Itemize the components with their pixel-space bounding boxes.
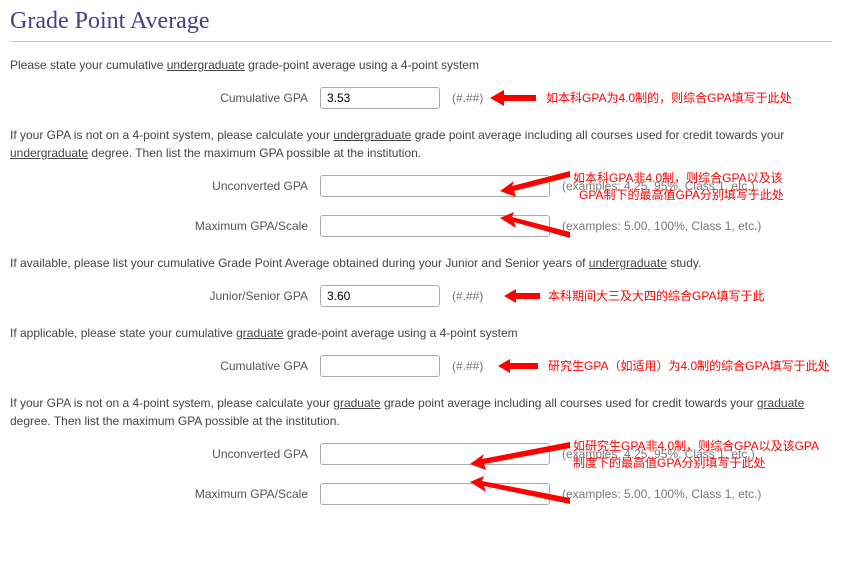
row-ug-unconv-gpa: Unconverted GPA (examples: 4.25, 95%, Cl…	[10, 174, 832, 198]
annotation-grad-unconv-a: 如研究生GPA非4.0制，则综合GPA以及该GPA	[573, 438, 819, 455]
label-grad-cum-gpa: Cumulative GPA	[10, 359, 320, 373]
hint-jr-sr-format: (#.##)	[452, 289, 483, 303]
row-grad-unconv-gpa: Unconverted GPA (examples: 4.25, 95%, Cl…	[10, 442, 832, 466]
label-ug-max-gpa: Maximum GPA/Scale	[10, 219, 320, 233]
row-jr-sr-gpa: Junior/Senior GPA (#.##) 本科期间大三及大四的综合GPA…	[10, 284, 832, 308]
instruction-grad-cum: If applicable, please state your cumulat…	[10, 324, 832, 342]
input-grad-unconv-gpa[interactable]	[320, 443, 550, 465]
annotation-jr-sr: 本科期间大三及大四的综合GPA填写于此	[548, 288, 764, 305]
hint-ug-max-examples: (examples: 5.00, 100%, Class 1, etc.)	[562, 219, 761, 233]
page-title: Grade Point Average	[10, 8, 832, 35]
arrow-icon	[498, 357, 538, 375]
label-grad-unconv-gpa: Unconverted GPA	[10, 447, 320, 461]
label-ug-cum-gpa: Cumulative GPA	[10, 91, 320, 105]
label-ug-unconv-gpa: Unconverted GPA	[10, 179, 320, 193]
row-grad-max-gpa: Maximum GPA/Scale (examples: 5.00, 100%,…	[10, 482, 832, 506]
instruction-jr-sr: If available, please list your cumulativ…	[10, 254, 832, 272]
annotation-grad-unconv-b: 制度下的最高值GPA分别填写于此处	[573, 455, 765, 472]
input-jr-sr-gpa[interactable]	[320, 285, 440, 307]
instruction-grad-unconv: If your GPA is not on a 4-point system, …	[10, 394, 832, 430]
label-jr-sr-gpa: Junior/Senior GPA	[10, 289, 320, 303]
instruction-ug-cum: Please state your cumulative undergradua…	[10, 56, 832, 74]
input-grad-max-gpa[interactable]	[320, 483, 550, 505]
arrow-icon	[504, 287, 540, 305]
instruction-ug-unconv: If your GPA is not on a 4-point system, …	[10, 126, 832, 162]
hint-ug-cum-format: (#.##)	[452, 91, 483, 105]
input-ug-cum-gpa[interactable]	[320, 87, 440, 109]
label-grad-max-gpa: Maximum GPA/Scale	[10, 487, 320, 501]
row-ug-cum-gpa: Cumulative GPA (#.##) 如本科GPA为4.0制的，则综合GP…	[10, 86, 832, 110]
annotation-ug-unconv-a: 如本科GPA非4.0制，则综合GPA以及该	[573, 170, 783, 187]
title-divider	[10, 41, 832, 42]
row-ug-max-gpa: Maximum GPA/Scale (examples: 5.00, 100%,…	[10, 214, 832, 238]
arrow-icon	[490, 88, 536, 108]
annotation-grad-cum: 研究生GPA（如适用）为4.0制的综合GPA填写于此处	[548, 358, 830, 375]
hint-grad-cum-format: (#.##)	[452, 359, 483, 373]
annotation-ug-unconv-b: GPA制下的最高值GPA分别填写于此处	[579, 187, 784, 204]
input-ug-max-gpa[interactable]	[320, 215, 550, 237]
row-grad-cum-gpa: Cumulative GPA (#.##) 研究生GPA（如适用）为4.0制的综…	[10, 354, 832, 378]
hint-grad-max-examples: (examples: 5.00, 100%, Class 1, etc.)	[562, 487, 761, 501]
input-grad-cum-gpa[interactable]	[320, 355, 440, 377]
input-ug-unconv-gpa[interactable]	[320, 175, 550, 197]
annotation-ug-cum: 如本科GPA为4.0制的，则综合GPA填写于此处	[546, 90, 792, 107]
